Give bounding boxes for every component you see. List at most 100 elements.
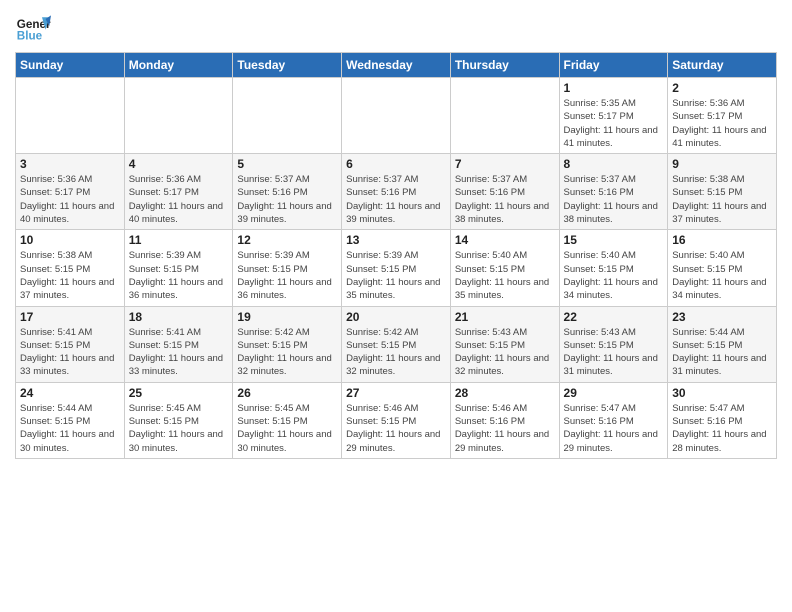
day-number: 29 bbox=[564, 386, 664, 400]
day-number: 6 bbox=[346, 157, 446, 171]
day-number: 28 bbox=[455, 386, 555, 400]
day-cell-27: 27Sunrise: 5:46 AM Sunset: 5:15 PM Dayli… bbox=[342, 382, 451, 458]
day-cell-22: 22Sunrise: 5:43 AM Sunset: 5:15 PM Dayli… bbox=[559, 306, 668, 382]
day-cell-2: 2 Sunrise: 5:36 AM Sunset: 5:17 PM Daylig… bbox=[668, 78, 777, 154]
day-number: 4 bbox=[129, 157, 229, 171]
weekday-header-monday: Monday bbox=[124, 53, 233, 78]
day-number: 9 bbox=[672, 157, 772, 171]
day-number: 30 bbox=[672, 386, 772, 400]
day-number: 3 bbox=[20, 157, 120, 171]
day-info: Sunrise: 5:35 AM Sunset: 5:17 PM Dayligh… bbox=[564, 97, 664, 150]
day-cell-16: 16 Sunrise: 5:40 AM Sunset: 5:15 PM Dayli… bbox=[668, 230, 777, 306]
day-info: Sunrise: 5:39 AM Sunset: 5:15 PM Dayligh… bbox=[346, 249, 446, 302]
day-info: Sunrise: 5:38 AM Sunset: 5:15 PM Dayligh… bbox=[20, 249, 120, 302]
weekday-header-wednesday: Wednesday bbox=[342, 53, 451, 78]
day-info: Sunrise: 5:42 AM Sunset: 5:15 PM Dayligh… bbox=[237, 326, 337, 379]
day-cell-6: 6 Sunrise: 5:37 AM Sunset: 5:16 PM Daylig… bbox=[342, 154, 451, 230]
day-number: 8 bbox=[564, 157, 664, 171]
day-number: 10 bbox=[20, 233, 120, 247]
day-info: Sunrise: 5:37 AM Sunset: 5:16 PM Dayligh… bbox=[237, 173, 337, 226]
day-info: Sunrise: 5:45 AM Sunset: 5:15 PM Dayligh… bbox=[129, 402, 229, 455]
day-cell-4: 4 Sunrise: 5:36 AM Sunset: 5:17 PM Daylig… bbox=[124, 154, 233, 230]
day-number: 11 bbox=[129, 233, 229, 247]
weekday-header-row: SundayMondayTuesdayWednesdayThursdayFrid… bbox=[16, 53, 777, 78]
day-cell-3: 3 Sunrise: 5:36 AM Sunset: 5:17 PM Daylig… bbox=[16, 154, 125, 230]
day-number: 12 bbox=[237, 233, 337, 247]
week-row-3: 17Sunrise: 5:41 AM Sunset: 5:15 PM Dayli… bbox=[16, 306, 777, 382]
header: General Blue bbox=[15, 10, 777, 46]
day-cell-24: 24 Sunrise: 5:44 AM Sunset: 5:15 PM Dayli… bbox=[16, 382, 125, 458]
day-number: 7 bbox=[455, 157, 555, 171]
day-info: Sunrise: 5:42 AM Sunset: 5:15 PM Dayligh… bbox=[346, 326, 446, 379]
day-number: 20 bbox=[346, 310, 446, 324]
day-cell-26: 26 Sunrise: 5:45 AM Sunset: 5:15 PM Dayli… bbox=[233, 382, 342, 458]
day-info: Sunrise: 5:41 AM Sunset: 5:15 PM Dayligh… bbox=[129, 326, 229, 379]
day-info: Sunrise: 5:38 AM Sunset: 5:15 PM Dayligh… bbox=[672, 173, 772, 226]
day-cell-12: 12 Sunrise: 5:39 AM Sunset: 5:15 PM Dayli… bbox=[233, 230, 342, 306]
day-info: Sunrise: 5:39 AM Sunset: 5:15 PM Dayligh… bbox=[237, 249, 337, 302]
day-cell-7: 7 Sunrise: 5:37 AM Sunset: 5:16 PM Daylig… bbox=[450, 154, 559, 230]
day-info: Sunrise: 5:44 AM Sunset: 5:15 PM Dayligh… bbox=[672, 326, 772, 379]
day-number: 16 bbox=[672, 233, 772, 247]
day-number: 23 bbox=[672, 310, 772, 324]
day-info: Sunrise: 5:45 AM Sunset: 5:15 PM Dayligh… bbox=[237, 402, 337, 455]
day-info: Sunrise: 5:39 AM Sunset: 5:15 PM Dayligh… bbox=[129, 249, 229, 302]
day-number: 15 bbox=[564, 233, 664, 247]
day-info: Sunrise: 5:41 AM Sunset: 5:15 PM Dayligh… bbox=[20, 326, 120, 379]
day-cell-29: 29Sunrise: 5:47 AM Sunset: 5:16 PM Dayli… bbox=[559, 382, 668, 458]
day-cell-25: 25 Sunrise: 5:45 AM Sunset: 5:15 PM Dayli… bbox=[124, 382, 233, 458]
weekday-header-sunday: Sunday bbox=[16, 53, 125, 78]
day-info: Sunrise: 5:37 AM Sunset: 5:16 PM Dayligh… bbox=[346, 173, 446, 226]
day-info: Sunrise: 5:36 AM Sunset: 5:17 PM Dayligh… bbox=[129, 173, 229, 226]
weekday-header-saturday: Saturday bbox=[668, 53, 777, 78]
day-number: 14 bbox=[455, 233, 555, 247]
empty-cell bbox=[450, 78, 559, 154]
day-cell-21: 21Sunrise: 5:43 AM Sunset: 5:15 PM Dayli… bbox=[450, 306, 559, 382]
day-info: Sunrise: 5:36 AM Sunset: 5:17 PM Dayligh… bbox=[672, 97, 772, 150]
day-cell-8: 8 Sunrise: 5:37 AM Sunset: 5:16 PM Daylig… bbox=[559, 154, 668, 230]
day-info: Sunrise: 5:47 AM Sunset: 5:16 PM Dayligh… bbox=[672, 402, 772, 455]
day-info: Sunrise: 5:40 AM Sunset: 5:15 PM Dayligh… bbox=[564, 249, 664, 302]
day-number: 26 bbox=[237, 386, 337, 400]
week-row-1: 3 Sunrise: 5:36 AM Sunset: 5:17 PM Daylig… bbox=[16, 154, 777, 230]
week-row-0: 1 Sunrise: 5:35 AM Sunset: 5:17 PM Daylig… bbox=[16, 78, 777, 154]
day-number: 25 bbox=[129, 386, 229, 400]
day-cell-18: 18Sunrise: 5:41 AM Sunset: 5:15 PM Dayli… bbox=[124, 306, 233, 382]
weekday-header-tuesday: Tuesday bbox=[233, 53, 342, 78]
empty-cell bbox=[342, 78, 451, 154]
week-row-2: 10 Sunrise: 5:38 AM Sunset: 5:15 PM Dayli… bbox=[16, 230, 777, 306]
day-info: Sunrise: 5:36 AM Sunset: 5:17 PM Dayligh… bbox=[20, 173, 120, 226]
day-number: 1 bbox=[564, 81, 664, 95]
empty-cell bbox=[233, 78, 342, 154]
day-cell-15: 15 Sunrise: 5:40 AM Sunset: 5:15 PM Dayli… bbox=[559, 230, 668, 306]
day-info: Sunrise: 5:46 AM Sunset: 5:15 PM Dayligh… bbox=[346, 402, 446, 455]
week-row-4: 24 Sunrise: 5:44 AM Sunset: 5:15 PM Dayli… bbox=[16, 382, 777, 458]
empty-cell bbox=[124, 78, 233, 154]
day-info: Sunrise: 5:37 AM Sunset: 5:16 PM Dayligh… bbox=[564, 173, 664, 226]
day-cell-11: 11 Sunrise: 5:39 AM Sunset: 5:15 PM Dayli… bbox=[124, 230, 233, 306]
day-cell-13: 13 Sunrise: 5:39 AM Sunset: 5:15 PM Dayli… bbox=[342, 230, 451, 306]
day-number: 2 bbox=[672, 81, 772, 95]
day-cell-30: 30 Sunrise: 5:47 AM Sunset: 5:16 PM Dayli… bbox=[668, 382, 777, 458]
day-info: Sunrise: 5:46 AM Sunset: 5:16 PM Dayligh… bbox=[455, 402, 555, 455]
day-cell-10: 10 Sunrise: 5:38 AM Sunset: 5:15 PM Dayli… bbox=[16, 230, 125, 306]
day-info: Sunrise: 5:43 AM Sunset: 5:15 PM Dayligh… bbox=[564, 326, 664, 379]
day-number: 5 bbox=[237, 157, 337, 171]
logo-icon: General Blue bbox=[15, 10, 51, 46]
calendar: SundayMondayTuesdayWednesdayThursdayFrid… bbox=[15, 52, 777, 459]
day-cell-20: 20 Sunrise: 5:42 AM Sunset: 5:15 PM Dayli… bbox=[342, 306, 451, 382]
day-info: Sunrise: 5:44 AM Sunset: 5:15 PM Dayligh… bbox=[20, 402, 120, 455]
page: General Blue SundayMondayTuesdayWednesda… bbox=[0, 0, 792, 612]
day-info: Sunrise: 5:40 AM Sunset: 5:15 PM Dayligh… bbox=[672, 249, 772, 302]
day-cell-14: 14 Sunrise: 5:40 AM Sunset: 5:15 PM Dayli… bbox=[450, 230, 559, 306]
day-number: 13 bbox=[346, 233, 446, 247]
day-number: 24 bbox=[20, 386, 120, 400]
day-cell-5: 5 Sunrise: 5:37 AM Sunset: 5:16 PM Daylig… bbox=[233, 154, 342, 230]
svg-text:Blue: Blue bbox=[17, 30, 43, 43]
day-cell-23: 23 Sunrise: 5:44 AM Sunset: 5:15 PM Dayli… bbox=[668, 306, 777, 382]
day-info: Sunrise: 5:37 AM Sunset: 5:16 PM Dayligh… bbox=[455, 173, 555, 226]
day-cell-19: 19Sunrise: 5:42 AM Sunset: 5:15 PM Dayli… bbox=[233, 306, 342, 382]
day-cell-28: 28 Sunrise: 5:46 AM Sunset: 5:16 PM Dayli… bbox=[450, 382, 559, 458]
day-info: Sunrise: 5:40 AM Sunset: 5:15 PM Dayligh… bbox=[455, 249, 555, 302]
weekday-header-thursday: Thursday bbox=[450, 53, 559, 78]
